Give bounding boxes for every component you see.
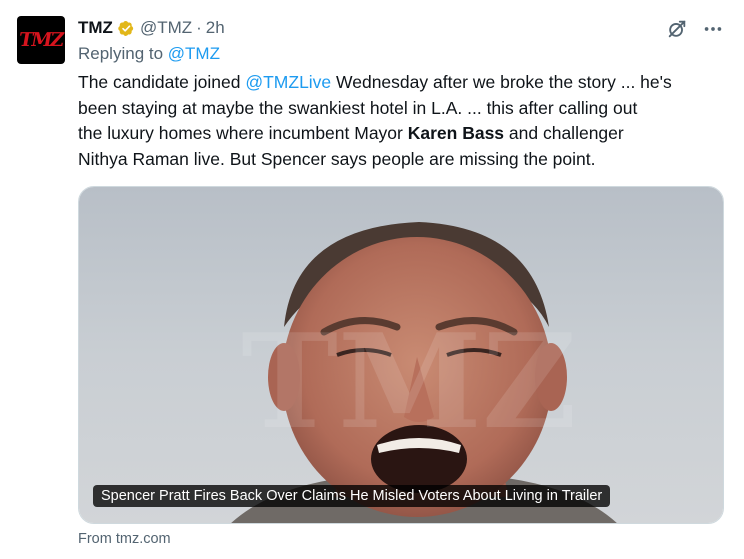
- card-image: TMZ: [79, 187, 723, 523]
- tweet-line-3: the luxury homes where incumbent Mayor K…: [78, 121, 728, 147]
- replying-prefix: Replying to: [78, 44, 168, 63]
- grok-icon[interactable]: [666, 18, 688, 40]
- text-segment: The candidate joined: [78, 72, 246, 92]
- avatar-logo-text: TMZ: [17, 29, 65, 51]
- link-preview-card[interactable]: TMZ Spencer Pratt Fires Back Over Claims…: [78, 186, 724, 524]
- separator-dot: ·: [196, 18, 202, 37]
- tmzlive-mention-link[interactable]: @TMZLive: [245, 72, 331, 92]
- tweet-line-2: been staying at maybe the swankiest hote…: [78, 97, 638, 118]
- tweet-line-4: Nithya Raman live. But Spencer says peop…: [78, 148, 596, 169]
- verified-gold-badge-icon: [118, 20, 134, 36]
- card-source[interactable]: From tmz.com: [78, 531, 171, 547]
- more-options-icon[interactable]: [702, 18, 724, 40]
- tweet-header: TMZ @TMZ · 2h: [78, 16, 225, 40]
- tmz-watermark: TMZ: [241, 305, 577, 458]
- tweet-line-1: The candidate joined @TMZLive Wednesday …: [78, 70, 728, 96]
- text-segment: and challenger: [504, 123, 624, 143]
- bold-name: Karen Bass: [407, 123, 505, 143]
- text-segment: the luxury homes where incumbent Mayor: [78, 123, 408, 143]
- text-segment: Wednesday after we broke the story ... h…: [331, 72, 672, 92]
- author-handle[interactable]: @TMZ: [140, 18, 192, 38]
- reply-mention-link[interactable]: @TMZ: [168, 44, 220, 63]
- author-name[interactable]: TMZ: [78, 18, 113, 38]
- timestamp[interactable]: 2h: [206, 18, 225, 38]
- avatar[interactable]: TMZ: [17, 16, 65, 64]
- replying-to: Replying to @TMZ: [78, 44, 220, 64]
- card-title[interactable]: Spencer Pratt Fires Back Over Claims He …: [93, 485, 611, 507]
- tweet-text: The candidate joined @TMZLive Wednesday …: [78, 70, 728, 172]
